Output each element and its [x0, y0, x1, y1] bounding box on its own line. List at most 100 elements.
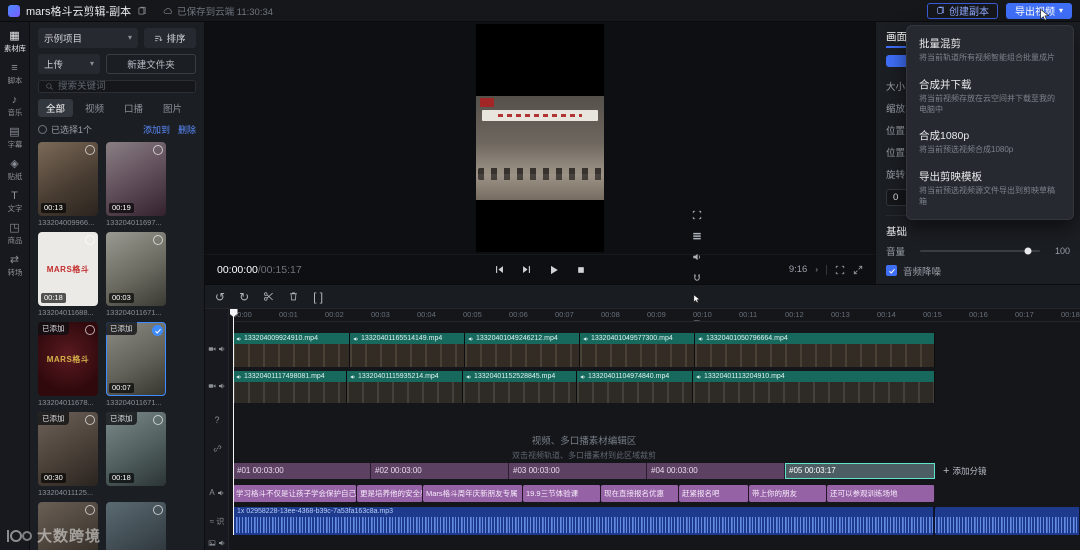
library-item-thumbnail[interactable]: 已添加 00:30: [38, 412, 98, 486]
fullscreen-button[interactable]: [853, 265, 863, 275]
video-clip[interactable]: 133204009924910.mp4: [233, 333, 350, 367]
video-clip[interactable]: 13320401104974840.mp4: [577, 371, 693, 403]
video-clip[interactable]: 13320401165514149.mp4: [350, 333, 465, 367]
add-to-link[interactable]: 添加到: [143, 123, 170, 136]
selected-check-icon[interactable]: [152, 325, 163, 336]
aspect-ratio-selector[interactable]: 9:16: [789, 264, 808, 275]
select-circle[interactable]: [153, 505, 163, 515]
video-clip[interactable]: 13320401117498081.mp4: [233, 371, 347, 403]
caption-clip[interactable]: 现在直接报名优惠: [601, 485, 679, 502]
caption-clip[interactable]: 更是培养他的安全感和能力: [357, 485, 423, 502]
redo-button[interactable]: ↻: [239, 291, 249, 303]
nav-item[interactable]: ⇄ 转场: [0, 251, 30, 282]
library-tab[interactable]: 全部: [38, 99, 74, 117]
select-circle[interactable]: [153, 145, 163, 155]
fit-screen-button[interactable]: [835, 265, 845, 275]
video-clip[interactable]: 13320401113204910.mp4: [693, 371, 935, 403]
storyboard-segment[interactable]: #03 00:03:00: [509, 463, 647, 479]
export-menu-item[interactable]: 批量混剪 将当前轨道所有视频智能组合批量成片: [907, 30, 1073, 71]
audio-clip[interactable]: [935, 507, 1080, 535]
export-menu-item[interactable]: 合成1080p 将当前预选视频合成1080p: [907, 122, 1073, 163]
library-item[interactable]: 已添加 00:30 133204011125...: [38, 412, 98, 497]
select-circle[interactable]: [85, 505, 95, 515]
nav-item[interactable]: ≡ 脚本: [0, 59, 30, 90]
caption-clip[interactable]: 19.9三节体验课: [523, 485, 601, 502]
select-circle[interactable]: [85, 145, 95, 155]
library-item[interactable]: MARS格斗 已添加 133204011678...: [38, 322, 98, 407]
fit-timeline-button[interactable]: [692, 210, 702, 220]
library-item-thumbnail[interactable]: 已添加 00:19: [106, 142, 166, 216]
playhead[interactable]: [233, 309, 234, 535]
preview-video[interactable]: [476, 24, 604, 252]
add-segment-button[interactable]: + 添加分镜: [943, 463, 986, 479]
volume-slider-handle[interactable]: [1024, 247, 1032, 255]
library-item[interactable]: 已添加 00:18: [106, 412, 166, 497]
help-icon[interactable]: ?: [205, 415, 229, 425]
delete-link[interactable]: 删除: [178, 123, 196, 136]
caption-clip[interactable]: 带上你的朋友: [749, 485, 827, 502]
play-button[interactable]: [548, 264, 560, 276]
library-item-thumbnail[interactable]: 已添加 00:03: [106, 232, 166, 306]
next-frame-button[interactable]: [521, 264, 532, 275]
video-clip[interactable]: 13320401152528845.mp4: [463, 371, 577, 403]
timeline-content[interactable]: 00:00 00:01 00:02 00:03 00:04 00:05 00:06 00:07…: [229, 309, 1080, 550]
library-tab[interactable]: 视频: [77, 99, 112, 117]
select-circle[interactable]: [85, 415, 95, 425]
stop-button[interactable]: [576, 265, 586, 275]
split-button[interactable]: [263, 291, 274, 302]
library-item-thumbnail[interactable]: MARS格斗 已添加: [38, 322, 98, 396]
library-item[interactable]: 已添加: [106, 502, 166, 550]
caption-clip[interactable]: 还可以参观训练场地: [827, 485, 935, 502]
nav-item[interactable]: ♪ 音乐: [0, 91, 30, 122]
library-item-thumbnail[interactable]: 已添加: [106, 502, 166, 550]
export-menu-item[interactable]: 合成并下载 将当前视频存放在云空间并下载至我的电脑中: [907, 71, 1073, 123]
previous-frame-button[interactable]: [494, 264, 505, 275]
library-item[interactable]: 已添加 00:19 133204011697...: [106, 142, 166, 227]
inspector-tab[interactable]: 画面: [886, 27, 907, 48]
library-item[interactable]: 已添加 00:07 133204011671...: [106, 322, 166, 407]
volume-slider[interactable]: [920, 247, 1040, 255]
storyboard-segment[interactable]: #05 00:03:17: [785, 463, 935, 479]
search-input[interactable]: [58, 81, 189, 92]
create-copy-button[interactable]: 创建副本: [926, 2, 998, 19]
nav-item[interactable]: T 文字: [0, 187, 30, 218]
video-track-1-header[interactable]: [205, 345, 229, 353]
library-item[interactable]: MARS格斗 已添加 00:18 133204011688...: [38, 232, 98, 317]
library-item-thumbnail[interactable]: MARS格斗 已添加 00:18: [38, 232, 98, 306]
caption-clip[interactable]: Mars格斗周年庆新朋友专属: [423, 485, 523, 502]
image-track-header[interactable]: [205, 539, 229, 547]
upload-select[interactable]: 上传 ▾: [38, 54, 100, 74]
select-circle[interactable]: [153, 235, 163, 245]
caption-clip[interactable]: 赶紧报名吧: [679, 485, 749, 502]
video-clip[interactable]: 13320401115935214.mp4: [347, 371, 463, 403]
audio-clip[interactable]: 1x 02958228-13ee-4368-b39c-7a53fa163c8a.…: [233, 507, 935, 535]
library-tab[interactable]: 口播: [116, 99, 151, 117]
storyboard-segment[interactable]: #02 00:03:00: [371, 463, 509, 479]
video-clip[interactable]: 13320401049246212.mp4: [465, 333, 580, 367]
nav-item[interactable]: ▦ 素材库: [0, 27, 30, 58]
select-all-radio[interactable]: [38, 125, 47, 134]
sort-button[interactable]: 排序: [144, 28, 196, 48]
delete-button[interactable]: [288, 291, 299, 302]
export-menu-item[interactable]: 导出剪映模板 将当前预选视频源文件导出到剪映草稿箱: [907, 163, 1073, 215]
library-item-thumbnail[interactable]: 已添加 00:13: [38, 142, 98, 216]
library-tab[interactable]: 图片: [155, 99, 190, 117]
select-circle[interactable]: [85, 325, 95, 335]
audio-track-header[interactable]: ≈ 识: [205, 516, 229, 527]
caption-track-header[interactable]: A: [205, 488, 229, 497]
rename-icon[interactable]: [137, 6, 147, 16]
video-clip[interactable]: 13320401050796664.mp4: [695, 333, 935, 367]
library-item-thumbnail[interactable]: 已添加 00:07: [106, 322, 166, 396]
bracket-select-button[interactable]: [ ]: [313, 291, 323, 303]
link-tracks-button[interactable]: [205, 444, 229, 453]
nav-item[interactable]: ▤ 字幕: [0, 123, 30, 154]
video-clip[interactable]: 13320401049577300.mp4: [580, 333, 695, 367]
select-cursor-button[interactable]: [692, 294, 702, 304]
library-item-thumbnail[interactable]: 已添加 00:18: [106, 412, 166, 486]
storyboard-segment[interactable]: #04 00:03:00: [647, 463, 785, 479]
search-box[interactable]: [38, 80, 196, 93]
track-rows-button[interactable]: [692, 231, 702, 241]
select-circle[interactable]: [153, 415, 163, 425]
nav-item[interactable]: ◈ 贴纸: [0, 155, 30, 186]
project-select[interactable]: 示例项目 ▾: [38, 28, 138, 48]
